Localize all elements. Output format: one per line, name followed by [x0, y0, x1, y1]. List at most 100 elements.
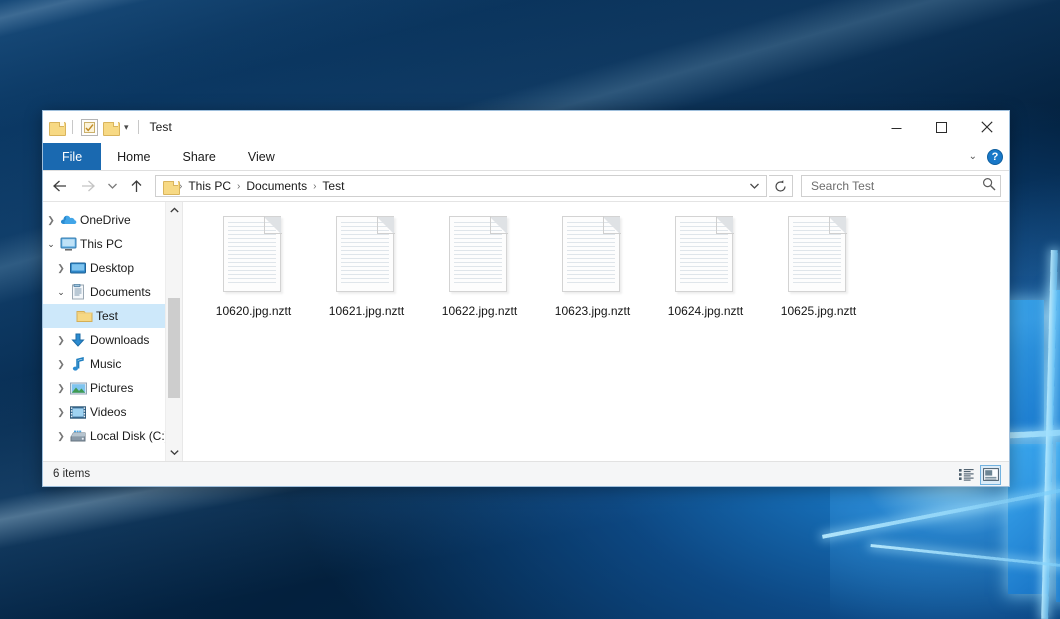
- video-icon: [69, 406, 87, 419]
- breadcrumb: › This PC › Documents › Test: [178, 179, 744, 193]
- sidebar-item-label: Documents: [90, 285, 151, 299]
- chevron-right-icon[interactable]: ❯: [53, 336, 69, 345]
- chevron-down-icon[interactable]: ⌄: [969, 152, 977, 162]
- file-name: 10623.jpg.nztt: [555, 304, 630, 318]
- list-item[interactable]: 10621.jpg.nztt: [310, 212, 423, 318]
- tab-view[interactable]: View: [232, 143, 291, 170]
- list-item[interactable]: 10624.jpg.nztt: [649, 212, 762, 318]
- chevron-right-icon[interactable]: ❯: [53, 408, 69, 417]
- documents-icon: [69, 284, 87, 300]
- list-item[interactable]: 10622.jpg.nztt: [423, 212, 536, 318]
- breadcrumb-item-documents[interactable]: Documents: [241, 179, 312, 193]
- picture-icon: [69, 382, 87, 395]
- close-button[interactable]: [964, 111, 1009, 143]
- sidebar-item-label: Downloads: [90, 333, 149, 347]
- sidebar-item-this-pc[interactable]: ⌄ This PC: [43, 232, 182, 256]
- file-name: 10620.jpg.nztt: [216, 304, 291, 318]
- search-input[interactable]: [809, 178, 982, 194]
- generic-document-icon: [449, 216, 511, 296]
- sidebar-item-desktop[interactable]: ❯ Desktop: [43, 256, 182, 280]
- navigation-pane: ❯ OneDrive ⌄: [43, 202, 183, 461]
- window-body: ❯ OneDrive ⌄: [43, 201, 1009, 461]
- sidebar-item-documents[interactable]: ⌄ Documents: [43, 280, 182, 304]
- folder-icon: [75, 309, 93, 323]
- generic-document-icon: [675, 216, 737, 296]
- maximize-button[interactable]: [919, 111, 964, 143]
- tab-share[interactable]: Share: [167, 143, 232, 170]
- search-box[interactable]: [801, 175, 1001, 197]
- folder-icon: [163, 180, 178, 193]
- large-icons-view-button[interactable]: [980, 465, 1001, 485]
- breadcrumb-item-test[interactable]: Test: [317, 179, 349, 193]
- address-bar-row: › This PC › Documents › Test: [43, 171, 1009, 201]
- monitor-icon: [59, 237, 77, 251]
- sidebar-item-videos[interactable]: ❯: [43, 400, 182, 424]
- sidebar-item-pictures[interactable]: ❯ Pictures: [43, 376, 182, 400]
- scrollbar-thumb[interactable]: [168, 298, 180, 398]
- breadcrumb-item-this-pc[interactable]: This PC: [183, 179, 236, 193]
- chevron-down-icon[interactable]: ⌄: [43, 240, 59, 249]
- divider: [72, 120, 73, 134]
- breadcrumb-bar[interactable]: › This PC › Documents › Test: [155, 175, 767, 197]
- sidebar-item-label: Music: [90, 357, 121, 371]
- sidebar-item-local-disk-c[interactable]: ❯ Local D: [43, 424, 182, 448]
- wallpaper-logo-pane: [1004, 300, 1044, 432]
- sidebar-item-label: Videos: [90, 405, 126, 419]
- item-count-label: 6 items: [53, 468, 90, 480]
- list-item[interactable]: 10625.jpg.nztt: [762, 212, 875, 318]
- chevron-right-icon[interactable]: ❯: [43, 216, 59, 225]
- desktop-icon: [69, 262, 87, 275]
- download-icon: [69, 333, 87, 348]
- details-view-button[interactable]: [956, 465, 977, 485]
- scroll-down-button[interactable]: [166, 444, 182, 461]
- ribbon-right-controls: ⌄ ?: [969, 143, 1003, 171]
- navigation-pane-scrollbar[interactable]: [165, 202, 182, 461]
- sidebar-item-label: Desktop: [90, 261, 134, 275]
- file-list-pane[interactable]: 10620.jpg.nztt 10621.jpg.nztt: [183, 202, 1009, 461]
- generic-document-icon: [223, 216, 285, 296]
- chevron-right-icon[interactable]: ❯: [53, 264, 69, 273]
- view-toggle-group: [956, 462, 1001, 487]
- sidebar-item-onedrive[interactable]: ❯ OneDrive: [43, 208, 182, 232]
- chevron-down-icon[interactable]: ▾: [123, 123, 130, 132]
- list-item[interactable]: 10623.jpg.nztt: [536, 212, 649, 318]
- help-circle-icon[interactable]: ?: [987, 149, 1003, 165]
- up-button[interactable]: [123, 174, 149, 198]
- desktop: ▾ Test File Home Share View: [0, 0, 1060, 619]
- back-button[interactable]: [47, 174, 73, 198]
- title-bar: ▾ Test: [43, 111, 1009, 143]
- list-item[interactable]: 10620.jpg.nztt: [197, 212, 310, 318]
- new-folder-icon[interactable]: [103, 121, 118, 134]
- music-note-icon: [69, 357, 87, 372]
- scroll-up-button[interactable]: [166, 202, 182, 219]
- file-name: 10624.jpg.nztt: [668, 304, 743, 318]
- properties-checkbox-icon[interactable]: [81, 119, 98, 136]
- wallpaper-logo-pane: [1056, 442, 1060, 602]
- ribbon-tabs: File Home Share View ⌄ ?: [43, 143, 1009, 171]
- status-bar: 6 items: [43, 461, 1009, 486]
- file-name: 10622.jpg.nztt: [442, 304, 517, 318]
- minimize-button[interactable]: [874, 111, 919, 143]
- window-controls: [874, 111, 1009, 143]
- file-name: 10625.jpg.nztt: [781, 304, 856, 318]
- chevron-right-icon[interactable]: ❯: [53, 432, 69, 441]
- sidebar-item-music[interactable]: ❯ Music: [43, 352, 182, 376]
- sidebar-item-label: This PC: [80, 237, 123, 251]
- tab-file[interactable]: File: [43, 143, 101, 170]
- generic-document-icon: [562, 216, 624, 296]
- chevron-right-icon[interactable]: ❯: [53, 360, 69, 369]
- chevron-down-icon[interactable]: [744, 176, 764, 196]
- sidebar-item-test[interactable]: Test: [43, 304, 182, 328]
- refresh-icon[interactable]: [769, 175, 793, 197]
- tab-home[interactable]: Home: [101, 143, 166, 170]
- recent-locations-button[interactable]: [103, 174, 121, 198]
- folder-icon[interactable]: [49, 121, 64, 134]
- chevron-right-icon[interactable]: ❯: [53, 384, 69, 393]
- hard-drive-icon: [69, 430, 87, 443]
- file-grid: 10620.jpg.nztt 10621.jpg.nztt: [197, 210, 999, 318]
- sidebar-item-downloads[interactable]: ❯ Downloads: [43, 328, 182, 352]
- chevron-down-icon[interactable]: ⌄: [53, 288, 69, 297]
- search-icon[interactable]: [982, 177, 996, 196]
- forward-button[interactable]: [75, 174, 101, 198]
- sidebar-item-label: OneDrive: [80, 213, 131, 227]
